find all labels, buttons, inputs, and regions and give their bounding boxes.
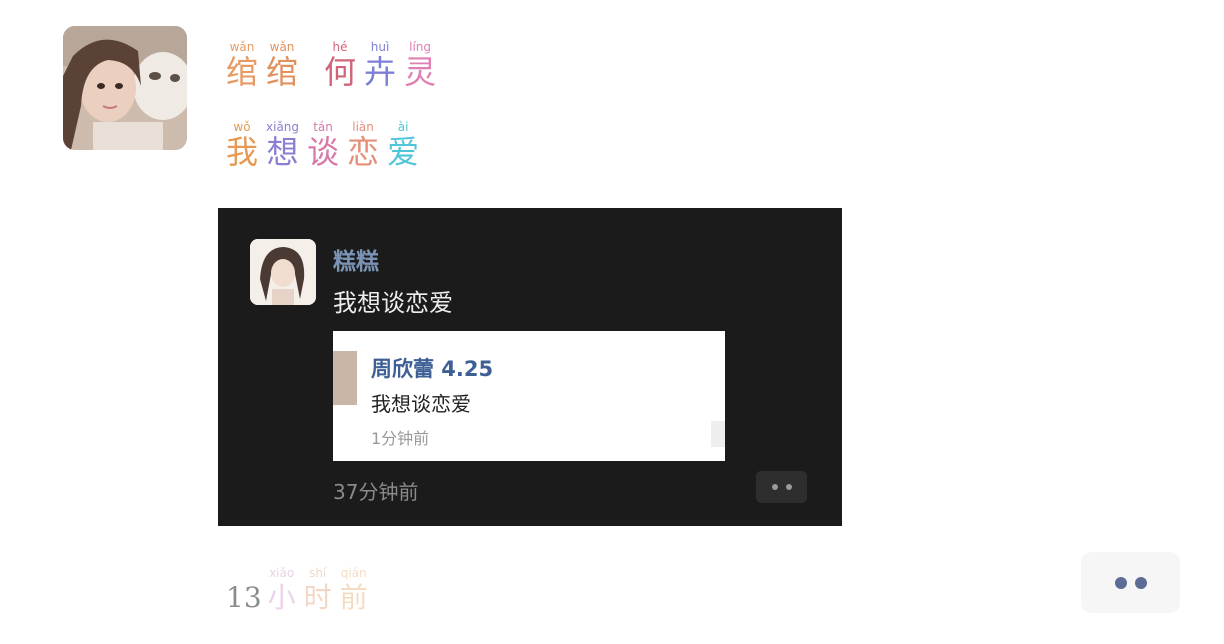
ruby-char: liàn 恋 — [347, 120, 379, 170]
ruby-char: qián 前 — [340, 566, 368, 616]
ruby-char: wǒ 我 — [226, 120, 258, 170]
hanzi: 谈 — [307, 133, 340, 171]
quoted-time: 1分钟前 — [371, 429, 430, 448]
screenshot-avatar-icon — [250, 239, 316, 305]
pinyin: wǎn — [269, 40, 295, 54]
screenshot-more-icon — [756, 471, 807, 503]
pinyin: ài — [397, 120, 409, 134]
quoted-avatar-icon — [333, 351, 357, 405]
screenshot-time: 37分钟前 — [333, 480, 419, 504]
pinyin: wǒ — [233, 120, 251, 134]
pinyin: xiǎo — [269, 566, 295, 580]
attached-screenshot[interactable]: 糕糕 我想谈恋爱 周欣蕾 4.25 我想谈恋爱 1分钟前 37分钟前 — [218, 208, 842, 526]
pinyin: shí — [309, 566, 327, 580]
quoted-message: 我想谈恋爱 — [371, 392, 471, 416]
hanzi: 想 — [266, 133, 299, 171]
hanzi: 灵 — [404, 53, 437, 91]
post-text-pinyin-line: wǒ 我 xiǎng 想 tán 谈 liàn 恋 ài 爱 — [226, 120, 427, 170]
ruby-char: xiǎo 小 — [268, 566, 296, 616]
ruby-char: shí 时 — [304, 566, 332, 616]
hanzi: 我 — [226, 133, 259, 171]
pinyin: tán — [313, 120, 333, 134]
hanzi: 何 — [324, 53, 357, 91]
hanzi: 爱 — [387, 133, 420, 171]
screenshot-message: 我想谈恋爱 — [333, 289, 453, 317]
pinyin: wǎn — [229, 40, 255, 54]
ruby-char: líng 灵 — [404, 40, 436, 90]
time-number: 13 — [226, 581, 262, 614]
pinyin: huì — [370, 40, 390, 54]
hanzi: 时 — [303, 581, 332, 614]
hanzi: 卉 — [364, 53, 397, 91]
quoted-action-edge — [711, 421, 725, 447]
ruby-char: xiǎng 想 — [266, 120, 299, 170]
screenshot-username: 糕糕 — [333, 249, 379, 275]
user-avatar[interactable] — [63, 26, 187, 150]
pinyin: qián — [340, 566, 367, 580]
ruby-char: ài 爱 — [387, 120, 419, 170]
hanzi: 恋 — [347, 133, 380, 171]
hanzi: 小 — [267, 581, 296, 614]
ruby-char: hé 何 — [324, 40, 356, 90]
pinyin: líng — [409, 40, 432, 54]
pinyin: hé — [332, 40, 348, 54]
ruby-char: tán 谈 — [307, 120, 339, 170]
ruby-char: huì 卉 — [364, 40, 396, 90]
hanzi: 绾 — [226, 53, 259, 91]
pinyin: xiǎng — [266, 120, 300, 134]
hanzi: 绾 — [266, 53, 299, 91]
nickname-pinyin-line: wǎn 绾 wǎn 绾 hé 何 huì 卉 líng 灵 — [226, 40, 444, 90]
more-dots-icon[interactable] — [1081, 552, 1180, 613]
quoted-post-card[interactable]: 周欣蕾 4.25 我想谈恋爱 1分钟前 — [333, 331, 725, 461]
post-time: 13 xiǎo 小 shí 时 qián 前 — [226, 566, 376, 616]
ruby-char: wǎn 绾 — [226, 40, 258, 90]
quoted-username: 周欣蕾 4.25 — [371, 357, 494, 381]
ruby-char: wǎn 绾 — [266, 40, 298, 90]
pinyin: liàn — [352, 120, 374, 134]
hanzi: 前 — [339, 581, 368, 614]
